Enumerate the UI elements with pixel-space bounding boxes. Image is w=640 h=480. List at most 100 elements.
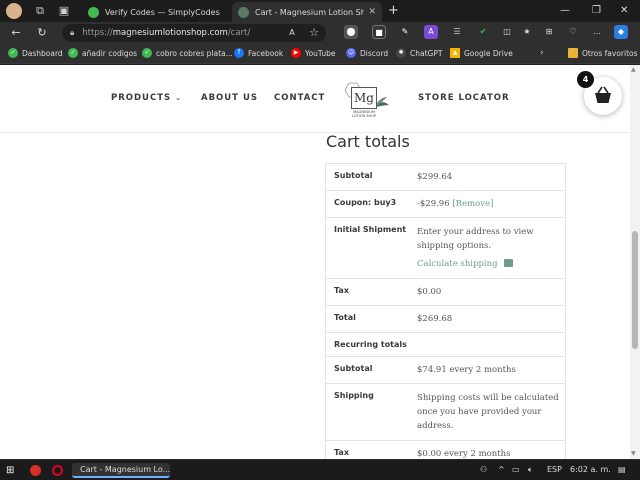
tab-bar: ⧉ ▣ Verify Codes — SimplyCodes Cart - Ma… [0, 0, 640, 22]
check-icon: ✓ [142, 48, 152, 58]
scrollbar-thumb[interactable] [632, 231, 638, 349]
nav-store-locator[interactable]: STORE LOCATOR [418, 93, 510, 103]
table-row: Recurring totals [326, 333, 565, 357]
back-arrow-icon[interactable]: ← [8, 25, 24, 41]
recurring-totals-heading: Recurring totals [334, 340, 407, 349]
extension-icon[interactable]: ☰ [450, 25, 464, 39]
new-tab-button[interactable]: + [388, 3, 399, 19]
tab-verify-codes[interactable]: Verify Codes — SimplyCodes [82, 2, 230, 22]
chevron-down-icon: ⌄ [175, 94, 182, 102]
page-scrollbar[interactable]: ▲ ▼ [630, 65, 640, 459]
site-header: PRODUCTS ⌄ ABOUT US CONTACT Mg MAGNESIUM… [0, 65, 630, 133]
row-value: $299.64 [417, 172, 453, 182]
bookmark-dashboard[interactable]: ✓ Dashboard [8, 48, 63, 58]
favorites-icon[interactable]: ★ [520, 25, 534, 39]
table-row: Subtotal $74.91 every 2 months [326, 357, 565, 384]
cart-count-badge: 4 [577, 71, 594, 88]
workspaces-icon[interactable]: ⧉ [32, 3, 48, 19]
heart-icon[interactable]: ♡ [566, 25, 580, 39]
discord-icon: ☺ [346, 48, 356, 58]
logo-mark: Mg [351, 87, 377, 109]
minimize-button[interactable]: — [560, 3, 570, 19]
lock-icon: 🔒︎ [70, 28, 75, 37]
copilot-icon[interactable]: ◆ [614, 25, 628, 39]
more-menu-icon[interactable]: … [590, 25, 604, 39]
taskbar-edge-window[interactable]: Cart - Magnesium Lo... [72, 463, 170, 478]
overflow-chevron-icon[interactable]: ^ [498, 464, 505, 476]
split-screen-icon[interactable]: ◫ [500, 25, 514, 39]
collections-icon[interactable]: ⊞ [542, 25, 556, 39]
clock[interactable]: 6:02 a. m. [570, 464, 611, 476]
network-icon[interactable]: ▭ [512, 464, 520, 476]
row-label: Total [334, 313, 356, 322]
people-icon[interactable]: ⚇ [480, 464, 487, 476]
logo-tagline: MAGNESIUM LOTION SHOP [352, 110, 376, 118]
check-icon [88, 6, 99, 18]
restore-button[interactable]: ❐ [592, 3, 601, 19]
bookmark-youtube[interactable]: ▶ YouTube [291, 48, 336, 58]
start-windows-icon[interactable]: ⊞ [6, 463, 14, 478]
bookmark-facebook[interactable]: f Facebook [234, 48, 283, 58]
table-row: Tax $0.00 every 2 months [326, 441, 565, 459]
extension-icon[interactable]: ■ [372, 25, 386, 39]
bookmark-discord[interactable]: ☺ Discord [346, 48, 388, 58]
language-indicator[interactable]: ESP [547, 464, 562, 476]
row-value: $269.68 [417, 314, 453, 324]
extension-icon[interactable]: ⬤ [344, 25, 358, 39]
tab-cart[interactable]: Cart - Magnesium Lotion Shop ✕ [232, 2, 382, 22]
volume-icon[interactable]: 🔈︎ [528, 464, 533, 476]
row-value: $0.00 [417, 287, 442, 297]
youtube-icon: ▶ [291, 48, 301, 58]
table-row: Initial Shipment Enter your address to v… [326, 218, 565, 279]
row-label: Tax [334, 448, 349, 457]
row-label: Coupon: buy3 [334, 198, 397, 207]
close-tab-icon[interactable]: ✕ [368, 7, 376, 17]
extension-icon[interactable]: ✎ [398, 25, 412, 39]
opera-icon[interactable] [52, 463, 63, 478]
nav-contact[interactable]: CONTACT [274, 93, 325, 103]
row-label: Subtotal [334, 364, 373, 373]
profile-avatar[interactable] [6, 3, 22, 19]
shipping-notice: Enter your address to view shipping opti… [417, 227, 534, 251]
table-row: Shipping Shipping costs will be calculat… [326, 384, 565, 441]
remove-coupon-link[interactable]: [Remove] [452, 199, 493, 209]
facebook-icon: f [234, 48, 244, 58]
taskbar-app-icon[interactable] [30, 463, 41, 478]
row-label: Initial Shipment [334, 225, 407, 234]
site-logo[interactable]: Mg MAGNESIUM LOTION SHOP [343, 81, 389, 119]
row-value: $0.00 every 2 months [417, 449, 511, 459]
coupon-discount: -$29.96 [417, 199, 450, 209]
cart-totals-table: Subtotal $299.64 Coupon: buy3 -$29.96 [R… [325, 163, 566, 459]
scroll-up-arrow-icon[interactable]: ▲ [631, 66, 636, 73]
bookmark-other-favorites[interactable]: Otros favoritos [568, 48, 638, 58]
refresh-icon[interactable]: ↻ [34, 25, 50, 41]
table-row: Total $269.68 [326, 306, 565, 333]
nav-about-us[interactable]: ABOUT US [201, 93, 258, 103]
notifications-icon[interactable]: ▤ [618, 464, 626, 476]
google-drive-icon: ▲ [450, 48, 460, 58]
url-host: magnesiumlotionshop.com [112, 28, 228, 38]
close-window-button[interactable]: ✕ [620, 3, 628, 19]
calculate-shipping-link[interactable]: Calculate shipping [417, 257, 513, 271]
bookmark-cobro[interactable]: ✓ cobro cobres plata... [142, 48, 233, 58]
row-label: Tax [334, 286, 349, 295]
url-path: /cart/ [227, 28, 251, 38]
extension-icon[interactable]: ✔ [476, 25, 490, 39]
bookmark-chatgpt[interactable]: ✺ ChatGPT [396, 48, 442, 58]
tab-actions-icon[interactable]: ▣ [56, 3, 72, 19]
bookmark-google-drive[interactable]: ▲ Google Drive [450, 48, 513, 58]
extension-icon[interactable]: A [424, 25, 438, 39]
scroll-down-arrow-icon[interactable]: ▼ [631, 450, 636, 457]
row-label: Subtotal [334, 171, 373, 180]
tab-title: Verify Codes — SimplyCodes [105, 7, 220, 17]
nav-products[interactable]: PRODUCTS ⌄ [111, 93, 182, 103]
bookmark-anadir-codigos[interactable]: ✓ añadir codigos [68, 48, 137, 58]
read-aloud-icon[interactable]: A [284, 25, 300, 41]
favorite-star-icon[interactable]: ☆ [306, 25, 322, 41]
page-content: PRODUCTS ⌄ ABOUT US CONTACT Mg MAGNESIUM… [0, 65, 630, 459]
row-value: Enter your address to view shipping opti… [409, 218, 565, 278]
row-value: $74.91 every 2 months [417, 365, 516, 375]
row-value: -$29.96 [Remove] [409, 191, 565, 217]
bookmarks-overflow-chevron-icon[interactable]: › [540, 48, 544, 58]
bookmarks-bar: ✓ Dashboard ✓ añadir codigos ✓ cobro cobres… [0, 44, 640, 64]
